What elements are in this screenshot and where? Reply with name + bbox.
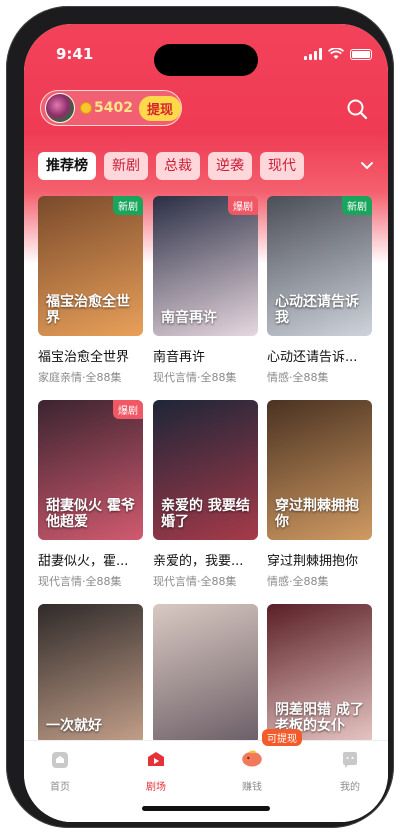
nav-home[interactable]: 首页 <box>30 751 90 793</box>
drama-title[interactable]: 亲爱的，我要... <box>153 550 258 569</box>
drama-meta: 现代言情·全88集 <box>38 575 122 588</box>
drama-poster[interactable]: 心动还请告诉我 新剧 <box>267 196 372 336</box>
nav-earn-label: 赚钱 <box>242 782 262 793</box>
drama-poster[interactable]: 穿过荆棘拥抱你 <box>267 400 372 540</box>
piggy-bank-icon <box>242 750 262 767</box>
drama-card[interactable]: 亲爱的 我要结婚了亲爱的，我要... 现代言情·全88集 <box>153 400 258 589</box>
drama-card[interactable] <box>153 604 258 744</box>
signal-icon <box>304 48 322 60</box>
drama-card[interactable]: 一次就好 <box>38 604 143 744</box>
poster-title: 心动还请告诉我 <box>275 294 359 326</box>
home-indicator[interactable] <box>142 806 270 811</box>
drama-card[interactable]: 心动还请告诉我 新剧心动还请告诉... 情感·全88集 <box>267 196 372 385</box>
drama-title[interactable]: 福宝治愈全世界 <box>38 346 143 365</box>
status-icons <box>304 48 372 60</box>
drama-poster[interactable]: 阴差阳错 成了老板的女仆 <box>267 604 372 744</box>
nav-earn[interactable]: 赚钱 <box>222 750 282 793</box>
tab-item[interactable]: 推荐榜 <box>38 152 96 180</box>
poster-title: 穿过荆棘拥抱你 <box>275 498 359 530</box>
home-icon <box>52 752 68 768</box>
coin-balance[interactable]: 5402 提现 <box>40 90 182 126</box>
dynamic-island <box>154 44 258 76</box>
poster-title: 亲爱的 我要结婚了 <box>161 498 250 530</box>
drama-poster[interactable]: 福宝治愈全世界 新剧 <box>38 196 143 336</box>
profile-icon <box>343 752 357 768</box>
drama-card[interactable]: 甜妻似火 霍爷他超爱 爆剧甜妻似火，霍... 现代言情·全88集 <box>38 400 143 589</box>
drama-poster[interactable]: 甜妻似火 霍爷他超爱 爆剧 <box>38 400 143 540</box>
drama-badge: 新剧 <box>342 196 372 215</box>
nav-home-label: 首页 <box>50 782 70 793</box>
drama-badge: 爆剧 <box>113 400 143 419</box>
drama-meta: 家庭亲情·全88集 <box>38 371 122 384</box>
drama-meta: 现代言情·全88集 <box>153 575 237 588</box>
drama-card[interactable]: 福宝治愈全世界 新剧福宝治愈全世界家庭亲情·全88集 <box>38 196 143 385</box>
wifi-icon <box>328 48 344 59</box>
poster-title: 南音再许 <box>161 310 217 326</box>
withdraw-button[interactable]: 提现 <box>138 95 181 121</box>
drama-meta: 情感·全88集 <box>267 371 329 384</box>
tab-item[interactable]: 逆袭 <box>208 152 252 180</box>
drama-badge: 新剧 <box>113 196 143 215</box>
theater-icon <box>148 752 164 766</box>
tab-item[interactable]: 新剧 <box>104 152 148 180</box>
drama-meta: 现代言情·全88集 <box>153 371 237 384</box>
drama-title[interactable]: 心动还请告诉... <box>267 346 372 365</box>
poster-title: 福宝治愈全世界 <box>46 294 130 326</box>
avatar[interactable] <box>45 93 75 123</box>
coin-icon <box>80 102 92 114</box>
drama-title[interactable]: 甜妻似火，霍... <box>38 550 143 569</box>
category-tabs: 推荐榜 新剧 总裁 逆袭 现代 <box>38 152 352 180</box>
drama-poster[interactable]: 南音再许 爆剧 <box>153 196 258 336</box>
drama-title[interactable]: 穿过荆棘拥抱你 <box>267 550 372 569</box>
phone-frame: 9:41 5402 提现 推荐榜 新剧 总裁 逆袭 现代 福宝治愈全世界 新剧 … <box>6 6 394 828</box>
nav-profile[interactable]: 我的 <box>320 751 380 793</box>
drama-meta: 情感·全88集 <box>267 575 329 588</box>
drama-badge: 爆剧 <box>228 196 258 215</box>
app-screen: 9:41 5402 提现 推荐榜 新剧 总裁 逆袭 现代 福宝治愈全世界 新剧 … <box>24 24 388 822</box>
tab-item[interactable]: 现代 <box>260 152 304 180</box>
drama-poster[interactable]: 亲爱的 我要结婚了 <box>153 400 258 540</box>
tab-item[interactable]: 总裁 <box>156 152 200 180</box>
drama-card[interactable]: 南音再许 爆剧南音再许现代言情·全88集 <box>153 196 258 385</box>
nav-theater[interactable]: 剧场 <box>126 751 186 793</box>
drama-title[interactable]: 南音再许 <box>153 346 258 365</box>
chevron-down-icon[interactable] <box>360 158 374 172</box>
drama-poster[interactable] <box>153 604 258 744</box>
drama-poster[interactable]: 一次就好 <box>38 604 143 744</box>
drama-card[interactable]: 阴差阳错 成了老板的女仆 <box>267 604 372 744</box>
nav-profile-label: 我的 <box>340 782 360 793</box>
poster-title: 一次就好 <box>46 718 102 734</box>
battery-icon <box>350 48 372 60</box>
status-time: 9:41 <box>56 45 94 63</box>
poster-title: 甜妻似火 霍爷他超爱 <box>46 498 135 530</box>
nav-theater-label: 剧场 <box>146 782 166 793</box>
coin-count: 5402 <box>94 100 133 116</box>
search-icon[interactable] <box>346 98 368 120</box>
drama-card[interactable]: 穿过荆棘拥抱你 穿过荆棘拥抱你 情感·全88集 <box>267 400 372 589</box>
withdrawable-tag: 可提现 <box>262 729 302 746</box>
